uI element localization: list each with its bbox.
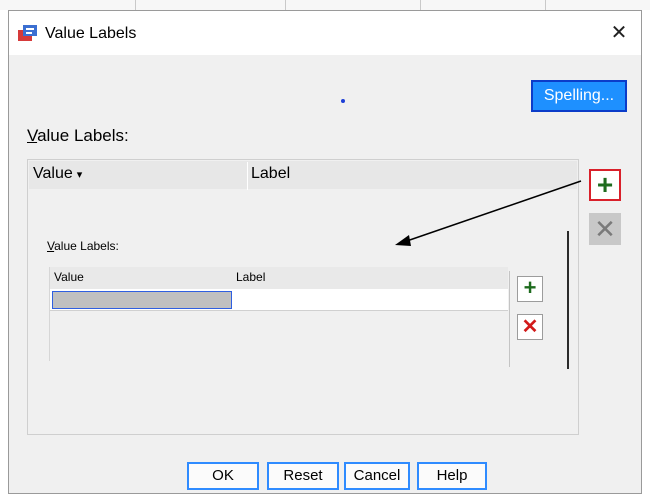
background-divider [420, 0, 421, 10]
annotation-arrow-icon [395, 180, 582, 246]
reset-button[interactable]: Reset [267, 462, 339, 490]
background-divider [545, 0, 546, 10]
cancel-button[interactable]: Cancel [344, 462, 410, 490]
ok-button[interactable]: OK [187, 462, 259, 490]
background-divider [285, 0, 286, 10]
background-divider [135, 0, 136, 10]
value-labels-dialog: Value Labels ✕ Spelling... Value Labels:… [8, 10, 642, 494]
help-button[interactable]: Help [417, 462, 487, 490]
background-strip [0, 0, 650, 10]
